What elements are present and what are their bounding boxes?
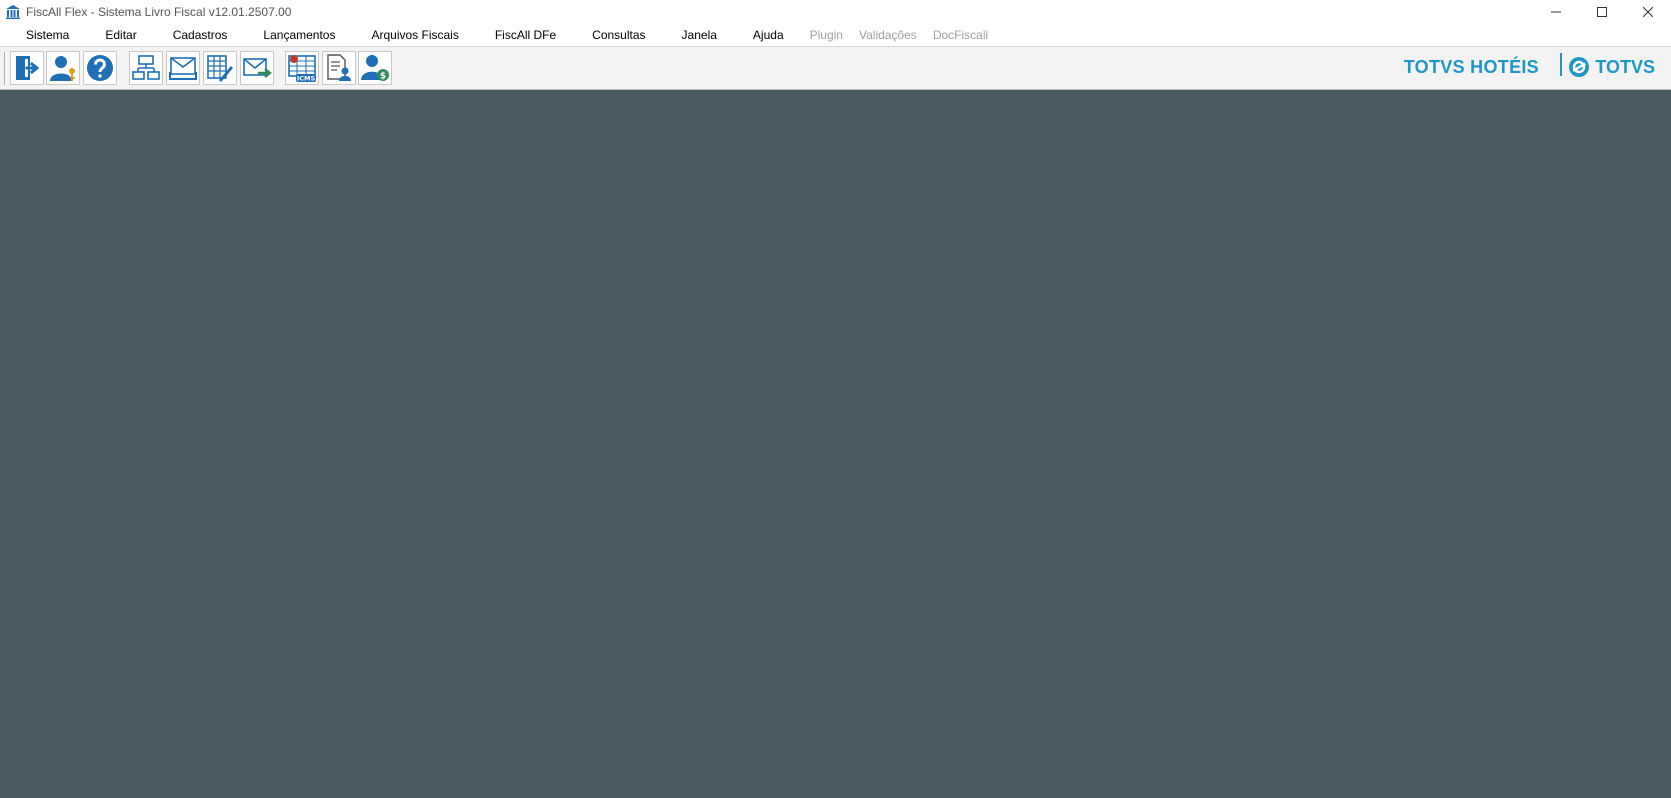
spreadsheet-edit-button[interactable] — [203, 51, 237, 85]
document-user-button[interactable] — [322, 51, 356, 85]
icms-table-icon: ICMS — [288, 55, 316, 83]
menu-sistema[interactable]: Sistema — [0, 24, 87, 46]
exit-button[interactable] — [10, 51, 44, 85]
user-key-icon — [50, 56, 75, 81]
minimize-button[interactable] — [1533, 0, 1579, 24]
svg-text:$: $ — [380, 72, 386, 82]
menu-janela[interactable]: Janela — [664, 24, 735, 46]
window-title: FiscAll Flex - Sistema Livro Fiscal v12.… — [26, 5, 292, 19]
help-button[interactable] — [83, 51, 117, 85]
title-bar: FiscAll Flex - Sistema Livro Fiscal v12.… — [0, 0, 1671, 24]
icms-table-button[interactable]: ICMS — [285, 51, 319, 85]
maximize-icon — [1597, 7, 1607, 17]
window-controls — [1533, 0, 1671, 24]
mail-inbox-button[interactable] — [166, 51, 200, 85]
help-icon — [87, 55, 113, 81]
menu-lancamentos[interactable]: Lançamentos — [245, 24, 353, 46]
close-icon — [1643, 7, 1653, 17]
minimize-icon — [1551, 11, 1561, 13]
document-user-icon — [327, 54, 351, 81]
menu-ajuda[interactable]: Ajuda — [735, 24, 802, 46]
totvs-logo: TOTVS — [1568, 52, 1655, 82]
menu-plugin[interactable]: Plugin — [802, 24, 851, 46]
inbox-mail-icon — [169, 57, 197, 80]
mdi-workspace[interactable] — [0, 90, 1671, 798]
maximize-button[interactable] — [1579, 0, 1625, 24]
totvs-logo-text: TOTVS — [1595, 56, 1655, 77]
menu-consultas[interactable]: Consultas — [574, 24, 663, 46]
svg-text:ICMS: ICMS — [297, 75, 316, 83]
menu-arquivos-fiscais[interactable]: Arquivos Fiscais — [353, 24, 476, 46]
brand-divider — [1560, 53, 1562, 76]
user-money-icon: $ — [361, 55, 389, 82]
exit-door-icon — [16, 56, 40, 80]
menu-bar: Sistema Editar Cadastros Lançamentos Arq… — [0, 24, 1671, 47]
org-chart-icon — [132, 55, 160, 80]
menu-fiscall-dfe[interactable]: FiscAll DFe — [477, 24, 574, 46]
bank-icon — [6, 5, 20, 19]
mail-send-button[interactable] — [240, 51, 274, 85]
structure-button[interactable] — [129, 51, 163, 85]
menu-validacoes[interactable]: Validações — [851, 24, 925, 46]
toolbar-grip[interactable] — [4, 52, 7, 85]
user-access-button[interactable] — [46, 51, 80, 85]
user-finance-button[interactable]: $ — [358, 51, 392, 85]
mail-send-icon — [243, 58, 272, 78]
totvs-hoteis-logo: TOTVS HOTÉIS — [1403, 56, 1539, 77]
spreadsheet-edit-icon — [207, 55, 233, 82]
close-button[interactable] — [1625, 0, 1671, 24]
menu-docfiscall[interactable]: DocFiscall — [925, 24, 996, 46]
menu-editar[interactable]: Editar — [87, 24, 154, 46]
totvs-logo-icon — [1569, 57, 1590, 77]
menu-cadastros[interactable]: Cadastros — [155, 24, 246, 46]
